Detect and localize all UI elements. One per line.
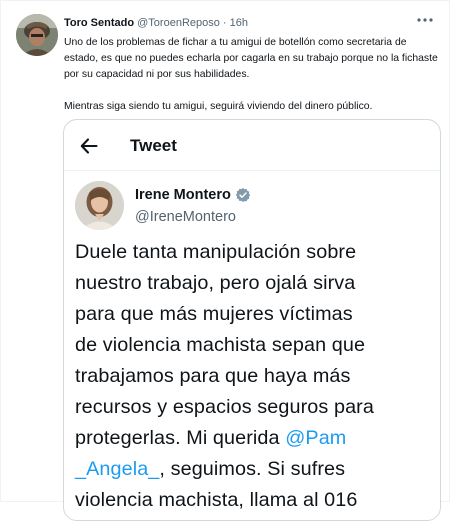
verified-badge bbox=[235, 187, 251, 203]
quoted-card-header: Tweet bbox=[64, 120, 440, 171]
tweet-text: Uno de los problemas de fichar a tu amig… bbox=[64, 35, 440, 115]
timestamp[interactable]: 16h bbox=[230, 17, 248, 29]
back-arrow-icon bbox=[80, 138, 98, 154]
tweet-header: Toro Sentado @ToroenReposo · 16h bbox=[64, 16, 248, 30]
author-name[interactable]: Toro Sentado bbox=[64, 17, 134, 29]
quoted-author-row: Irene Montero bbox=[135, 186, 251, 204]
more-button[interactable] bbox=[414, 12, 436, 28]
author-avatar[interactable] bbox=[16, 14, 58, 56]
card-title: Tweet bbox=[130, 136, 177, 155]
quoted-text-line: Duele tanta manipulación sobre bbox=[75, 241, 357, 263]
quoted-text-line: recursos y espacios seguros para bbox=[75, 396, 374, 418]
quoted-tweet-card[interactable]: Tweet Irene Montero @IreneMontero Duele … bbox=[63, 119, 441, 521]
quoted-author-avatar[interactable] bbox=[75, 181, 124, 230]
quoted-text-line: violencia machista, llama al 016 bbox=[75, 489, 358, 511]
more-dots-icon bbox=[417, 18, 433, 22]
verified-badge-icon bbox=[235, 188, 251, 202]
quoted-tweet-text: Duele tanta manipulación sobre nuestro t… bbox=[75, 237, 435, 516]
quoted-text-line: de violencia machista sepan que bbox=[75, 334, 366, 356]
quoted-text-segment: protegerlas. Mi querida bbox=[75, 427, 286, 449]
quoted-author-name[interactable]: Irene Montero bbox=[135, 186, 231, 204]
mention-link[interactable]: @Pam bbox=[285, 427, 346, 449]
quoted-text-line: trabajamos para que haya más bbox=[75, 365, 351, 387]
quoted-text-segment: , seguimos. Si sufres bbox=[159, 458, 346, 480]
quoted-text-line: nuestro trabajo, pero ojalá sirva bbox=[75, 272, 356, 294]
quoted-text-line: _Angela_, seguimos. Si sufres bbox=[75, 454, 435, 485]
quoted-author-handle[interactable]: @IreneMontero bbox=[135, 208, 236, 226]
quoted-text-line: protegerlas. Mi querida @Pam bbox=[75, 423, 435, 454]
back-button[interactable] bbox=[74, 131, 104, 161]
quoted-text-line: para que más mujeres víctimas bbox=[75, 303, 353, 325]
tweet-paragraph-1: Uno de los problemas de fichar a tu amig… bbox=[64, 37, 438, 80]
tweet-paragraph-2: Mientras siga siendo tu amigui, seguirá … bbox=[64, 101, 373, 112]
mention-link[interactable]: _Angela_ bbox=[75, 458, 159, 480]
separator-dot: · bbox=[222, 17, 227, 29]
author-handle[interactable]: @ToroenReposo bbox=[137, 17, 220, 29]
